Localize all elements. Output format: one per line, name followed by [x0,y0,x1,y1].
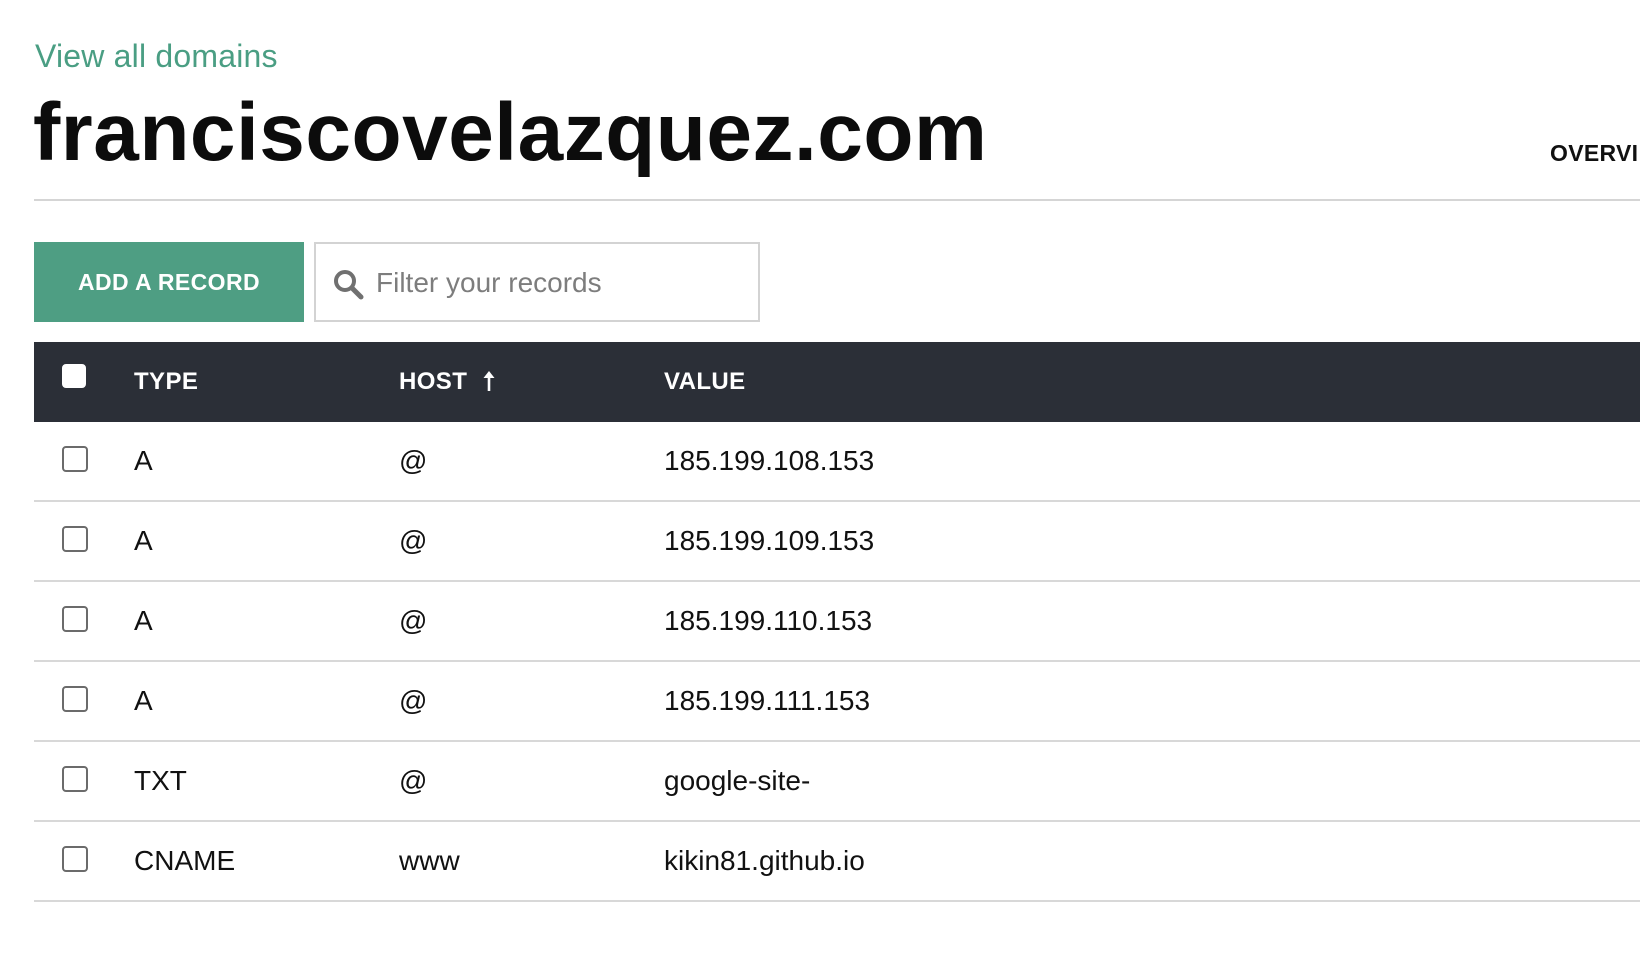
column-header-host[interactable]: HOST [399,342,496,422]
record-host-cell: @ [399,445,428,476]
records-table: TYPE HOST VALUE A @185.199.108.153 A @185.1… [34,342,1640,902]
record-value-cell: google-site- [664,765,811,796]
search-icon [334,270,364,300]
view-all-domains-link[interactable]: View all domains [35,38,278,75]
row-checkbox[interactable] [62,846,88,872]
record-type-cell: A [134,605,153,636]
record-host-cell: @ [399,765,428,796]
record-value-cell: 185.199.110.153 [664,605,873,636]
column-header-value[interactable]: VALUE [664,342,746,422]
record-host-cell: @ [399,605,428,636]
add-record-button[interactable]: ADD A RECORD [34,242,304,322]
record-value-cell: 185.199.109.153 [664,525,875,556]
row-checkbox[interactable] [62,686,88,712]
column-header-value-label: VALUE [664,368,746,395]
row-checkbox[interactable] [62,446,88,472]
record-type-cell: A [134,685,153,716]
row-checkbox[interactable] [62,606,88,632]
tab-overview[interactable]: OVERVI [1550,140,1638,167]
table-row[interactable]: A @185.199.108.153 [34,422,1640,502]
column-header-host-label: HOST [399,368,468,395]
table-row[interactable]: TXT @ google-site- [34,742,1640,822]
title-divider [34,199,1640,201]
arrow-up-icon [483,370,495,391]
record-type-cell: A [134,445,153,476]
table-row[interactable]: CNAME www kikin81.github.io [34,822,1640,902]
record-host-cell: www [399,845,460,876]
select-all-checkbox[interactable] [62,364,86,388]
filter-input[interactable] [374,254,748,312]
record-host-cell: @ [399,685,428,716]
domain-title: franciscovelazquez.com [33,87,988,178]
table-body: A @185.199.108.153 A @185.199.109.153 A @185.… [34,422,1640,902]
record-type-cell: TXT [134,765,187,796]
filter-field[interactable] [314,242,760,322]
table-header: TYPE HOST VALUE [34,342,1640,422]
record-type-cell: A [134,525,153,556]
column-header-type-label: TYPE [134,368,199,395]
record-value-cell: kikin81.github.io [664,845,865,876]
record-type-cell: CNAME [134,845,236,876]
row-checkbox[interactable] [62,526,88,552]
record-value-cell: 185.199.108.153 [664,445,875,476]
table-row[interactable]: A @185.199.111.153 [34,662,1640,742]
table-row[interactable]: A @185.199.110.153 [34,582,1640,662]
column-header-type[interactable]: TYPE [134,342,198,422]
record-value-cell: 185.199.111.153 [664,685,871,716]
dns-records-page: View all domains franciscovelazquez.com … [0,0,1640,960]
record-host-cell: @ [399,525,428,556]
table-row[interactable]: A @185.199.109.153 [34,502,1640,582]
row-checkbox[interactable] [62,766,88,792]
